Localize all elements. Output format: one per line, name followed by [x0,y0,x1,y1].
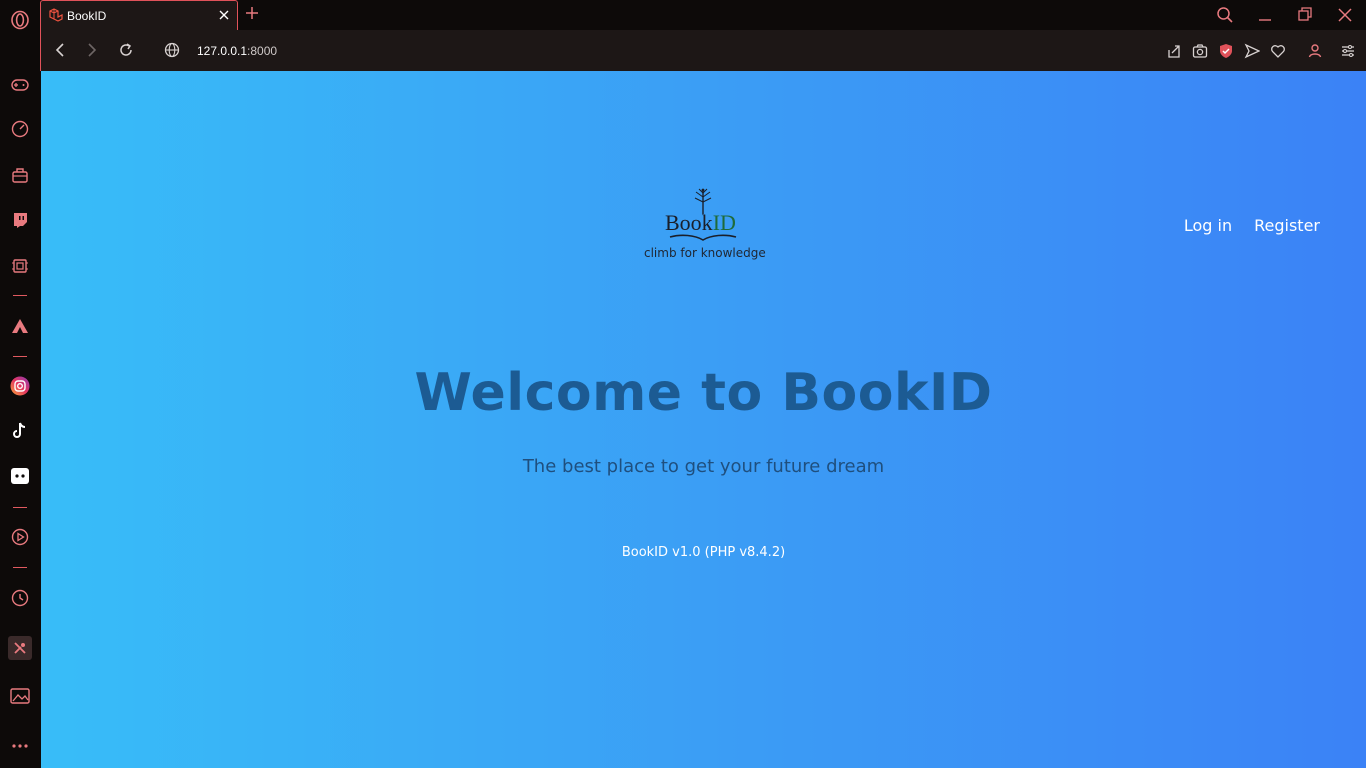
login-link[interactable]: Log in [1184,216,1232,235]
restore-window-icon[interactable] [1298,6,1312,29]
discord-icon[interactable] [8,464,32,488]
tab-bar: BookID [40,0,1366,31]
opera-logo-icon[interactable] [8,8,32,32]
player-play-icon[interactable] [8,525,32,549]
speed-dial-gauge-icon[interactable] [8,117,32,141]
easy-setup-menu-icon[interactable] [1340,43,1356,64]
shopping-bag-icon[interactable] [8,163,32,187]
version-info: BookID v1.0 (PHP v8.4.2) [621,545,786,560]
close-window-icon[interactable] [1338,6,1352,29]
back-arrow-icon[interactable] [53,42,67,63]
gallery-image-icon[interactable] [8,684,32,708]
tab-bookid[interactable]: BookID [40,0,238,31]
close-tab-icon[interactable] [217,8,231,27]
new-tab-plus-icon[interactable] [245,6,259,25]
hero-title: Welcome to BookID [414,363,993,423]
address-bar: 127.0.0.1:8000 [40,30,1366,71]
send-flow-icon[interactable] [1244,43,1261,64]
snapshot-camera-icon[interactable] [1192,43,1208,64]
sidebar-separator [13,295,27,296]
instagram-icon[interactable] [8,374,32,398]
gamepad-icon[interactable] [8,73,32,97]
bookid-logo[interactable]: BookID climb for knowledge [633,186,773,266]
sidebar-separator [13,507,27,508]
page-content: BookID climb for knowledge Log in Regist… [41,71,1366,768]
pinboard-icon[interactable] [8,636,32,660]
bookmark-heart-icon[interactable] [1270,43,1286,64]
reload-icon[interactable] [118,42,134,63]
browser-sidebar [0,0,40,768]
share-icon[interactable] [1166,43,1182,64]
open-book-icon [669,234,737,241]
tiktok-icon[interactable] [8,419,32,443]
aria-ai-icon[interactable] [8,314,32,338]
tab-title: BookID [67,9,107,23]
forward-arrow-icon[interactable] [85,42,99,63]
hero-subtitle: The best place to get your future dream [522,456,885,477]
twitch-icon[interactable] [8,208,32,232]
url-host: 127.0.0.1 [197,44,248,58]
logo-title-book: Book [665,210,713,235]
url-port: :8000 [247,44,278,58]
minimize-window-icon[interactable] [1258,6,1272,29]
profile-avatar-icon[interactable] [1307,43,1323,64]
sidebar-separator [13,567,27,568]
laravel-favicon-icon [48,8,63,28]
logo-title: BookID [665,210,736,236]
site-info-globe-icon[interactable] [164,42,180,63]
search-tabs-icon[interactable] [1216,6,1234,29]
history-clock-icon[interactable] [8,586,32,610]
adblock-shield-icon[interactable] [1218,43,1234,64]
logo-tagline: climb for knowledge [644,246,766,260]
more-dots-icon[interactable] [8,734,32,758]
register-link[interactable]: Register [1254,216,1320,235]
logo-title-id: ID [712,210,736,235]
chip-cpu-icon[interactable] [8,254,32,278]
sidebar-separator [13,356,27,357]
auth-nav: Log in Register [1184,216,1320,235]
url-text[interactable]: 127.0.0.1:8000 [197,44,277,58]
